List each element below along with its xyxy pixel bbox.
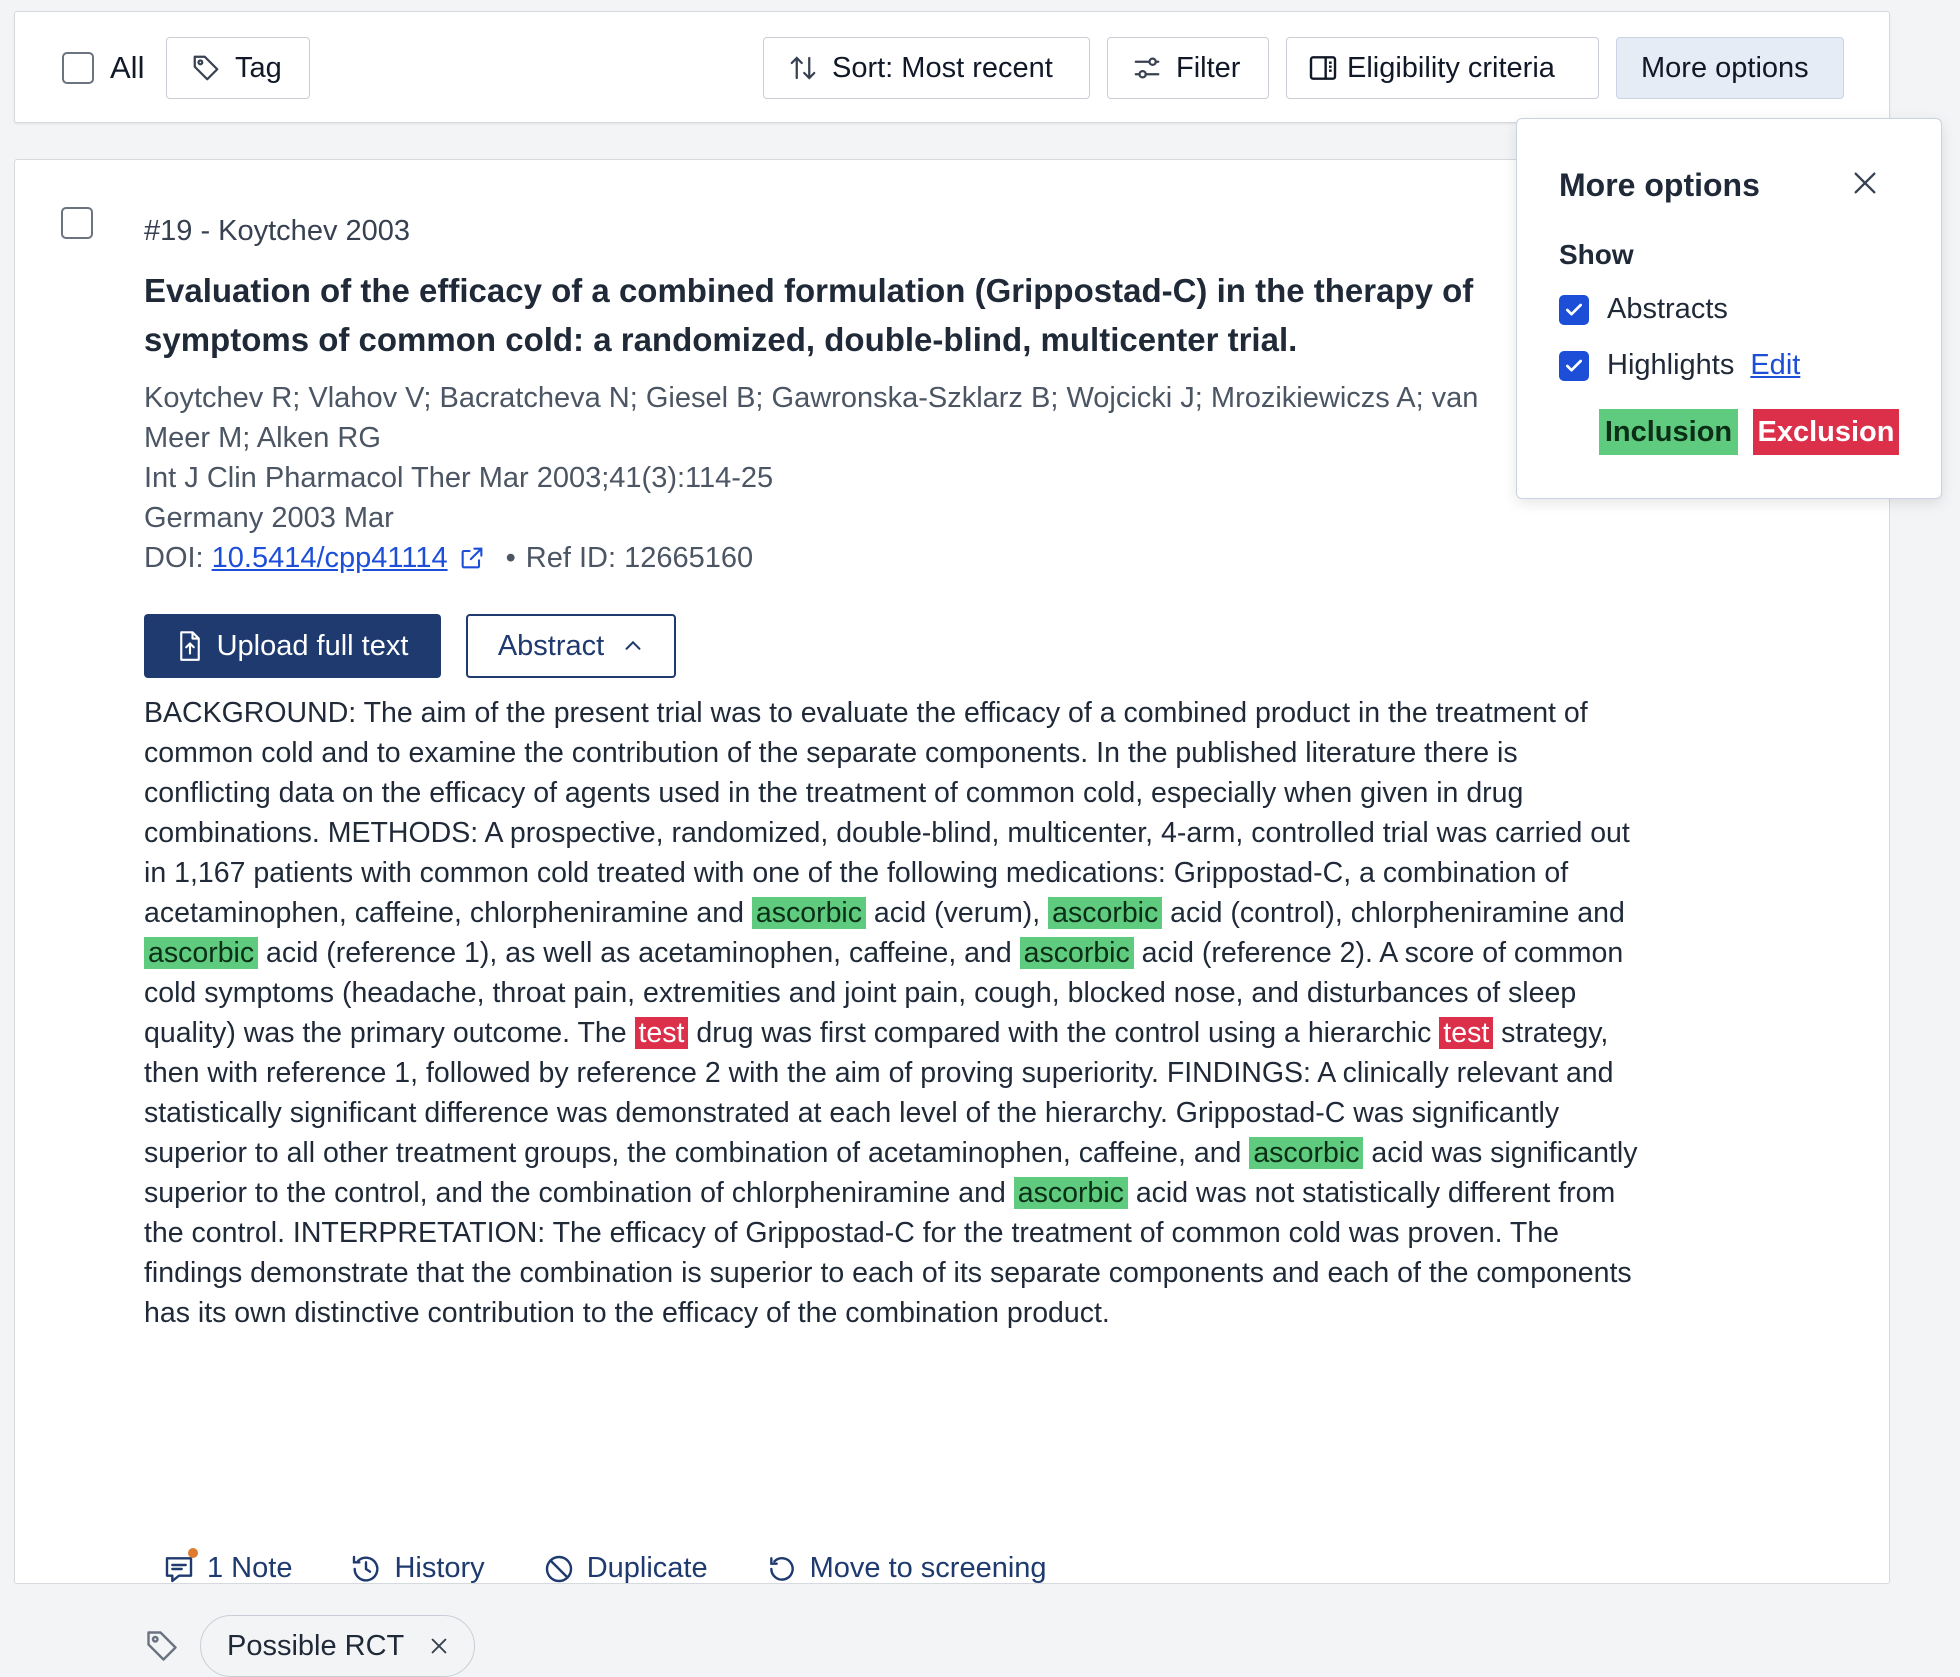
popover-title: More options — [1559, 167, 1760, 203]
abstracts-checkbox[interactable] — [1559, 294, 1589, 325]
tag-icon — [193, 55, 219, 81]
check-icon — [1566, 359, 1582, 371]
upload-full-text-label: Upload full text — [216, 629, 409, 662]
inclusion-highlight: ascorbic — [1048, 897, 1163, 929]
history-icon — [353, 1555, 379, 1582]
more-options-popover: More options Show Abstracts Highlights E… — [1516, 118, 1942, 499]
sort-button[interactable]: Sort: Most recent — [763, 37, 1090, 99]
highlights-option[interactable]: Highlights Edit — [1559, 349, 1800, 382]
inclusion-highlight: ascorbic — [1013, 1177, 1128, 1209]
abstract-segment: drug was first compared with the control… — [688, 1017, 1440, 1049]
inclusion-highlight: ascorbic — [1249, 1137, 1364, 1169]
reference-country-date: Germany 2003 Mar — [144, 502, 394, 534]
abstract-segment: BACKGROUND: The aim of the present trial… — [144, 697, 1630, 929]
close-icon — [1854, 172, 1876, 194]
abstract-segment: acid (reference 1), as well as acetamino… — [258, 937, 1020, 969]
abstract-text: BACKGROUND: The aim of the present trial… — [144, 693, 1644, 1333]
move-to-screening-button[interactable]: Move to screening — [766, 1552, 1047, 1585]
highlights-checkbox[interactable] — [1559, 350, 1589, 381]
external-link-icon[interactable] — [458, 544, 486, 572]
tag-icon — [147, 1631, 177, 1661]
doi-link[interactable]: 10.5414/cpp41114 — [212, 538, 448, 578]
duplicate-button[interactable]: Duplicate — [543, 1552, 708, 1585]
filter-button[interactable]: Filter — [1107, 37, 1269, 99]
tag-chip-label: Possible RCT — [227, 1629, 405, 1662]
inclusion-highlight: ascorbic — [751, 897, 867, 929]
sort-button-label: Sort: Most recent — [832, 51, 1053, 84]
select-all[interactable]: All — [62, 37, 144, 99]
more-options-button[interactable]: More options — [1616, 37, 1844, 99]
abstract-segment: acid (verum), — [866, 897, 1049, 929]
abstracts-option[interactable]: Abstracts — [1559, 293, 1728, 326]
exclusion-highlight: test — [1439, 1017, 1494, 1049]
select-all-label: All — [110, 50, 145, 85]
file-upload-icon — [179, 631, 200, 661]
abstract-segment: acid (control), chlorpheniramine and — [1162, 897, 1625, 929]
note-button[interactable]: 1 Note — [163, 1548, 293, 1585]
tag-button-label: Tag — [235, 51, 282, 84]
reference-actions: 1 Note History Duplicate Move to screeni… — [163, 1548, 1105, 1585]
abstract-toggle-label: Abstract — [497, 629, 605, 662]
note-label: 1 Note — [207, 1552, 293, 1584]
ban-icon — [545, 1555, 572, 1582]
show-heading: Show — [1559, 239, 1634, 270]
separator-dot: • — [505, 542, 516, 574]
reference-number: #19 - Koytchev 2003 — [144, 215, 411, 247]
highlights-label: Highlights — [1607, 349, 1735, 381]
check-icon — [1566, 303, 1582, 315]
exclusion-highlight: test — [634, 1017, 689, 1049]
doi-prefix: DOI: — [144, 542, 204, 574]
ref-id: Ref ID: 12665160 — [525, 542, 754, 574]
undo-icon — [769, 1556, 794, 1581]
eligibility-criteria-button[interactable]: Eligibility criteria — [1286, 37, 1599, 99]
inclusion-highlight: ascorbic — [144, 937, 259, 969]
reference-authors: Koytchev R; Vlahov V; Bacratcheva N; Gie… — [144, 382, 1479, 454]
reference-journal: Int J Clin Pharmacol Ther Mar 2003;41(3)… — [144, 462, 774, 494]
more-options-label: More options — [1641, 51, 1809, 84]
history-button[interactable]: History — [350, 1552, 485, 1585]
reference-select-checkbox[interactable] — [61, 207, 93, 239]
chevron-up-icon — [625, 640, 641, 650]
filter-button-label: Filter — [1176, 51, 1241, 84]
filter-icon — [1134, 57, 1160, 79]
toolbar: All Tag Sort: Most recent Filter Eligibi… — [14, 11, 1890, 123]
select-all-checkbox[interactable] — [62, 52, 94, 84]
inclusion-highlight: ascorbic — [1019, 937, 1134, 969]
abstracts-label: Abstracts — [1607, 293, 1728, 325]
side-panel-icon — [1309, 56, 1337, 80]
doi-line: DOI: 10.5414/cpp41114 • Ref ID: 12665160 — [144, 538, 753, 578]
exclusion-legend: Exclusion — [1753, 409, 1899, 455]
inclusion-legend: Inclusion — [1599, 409, 1738, 455]
edit-highlights-link[interactable]: Edit — [1750, 349, 1800, 382]
eligibility-criteria-label: Eligibility criteria — [1347, 51, 1555, 84]
reference-title: Evaluation of the efficacy of a combined… — [144, 272, 1474, 358]
tag-chip: Possible RCT — [200, 1615, 476, 1677]
move-to-screening-label: Move to screening — [809, 1552, 1047, 1584]
upload-full-text-button[interactable]: Upload full text — [144, 614, 441, 678]
abstract-toggle-button[interactable]: Abstract — [466, 614, 676, 678]
history-label: History — [394, 1552, 485, 1584]
popover-close-button[interactable] — [1851, 169, 1879, 202]
tag-button[interactable]: Tag — [166, 37, 310, 99]
close-icon[interactable] — [428, 1635, 450, 1657]
unread-dot — [188, 1548, 198, 1558]
duplicate-label: Duplicate — [586, 1552, 708, 1584]
sort-icon — [790, 56, 816, 80]
tag-row: Possible RCT — [144, 1615, 476, 1677]
